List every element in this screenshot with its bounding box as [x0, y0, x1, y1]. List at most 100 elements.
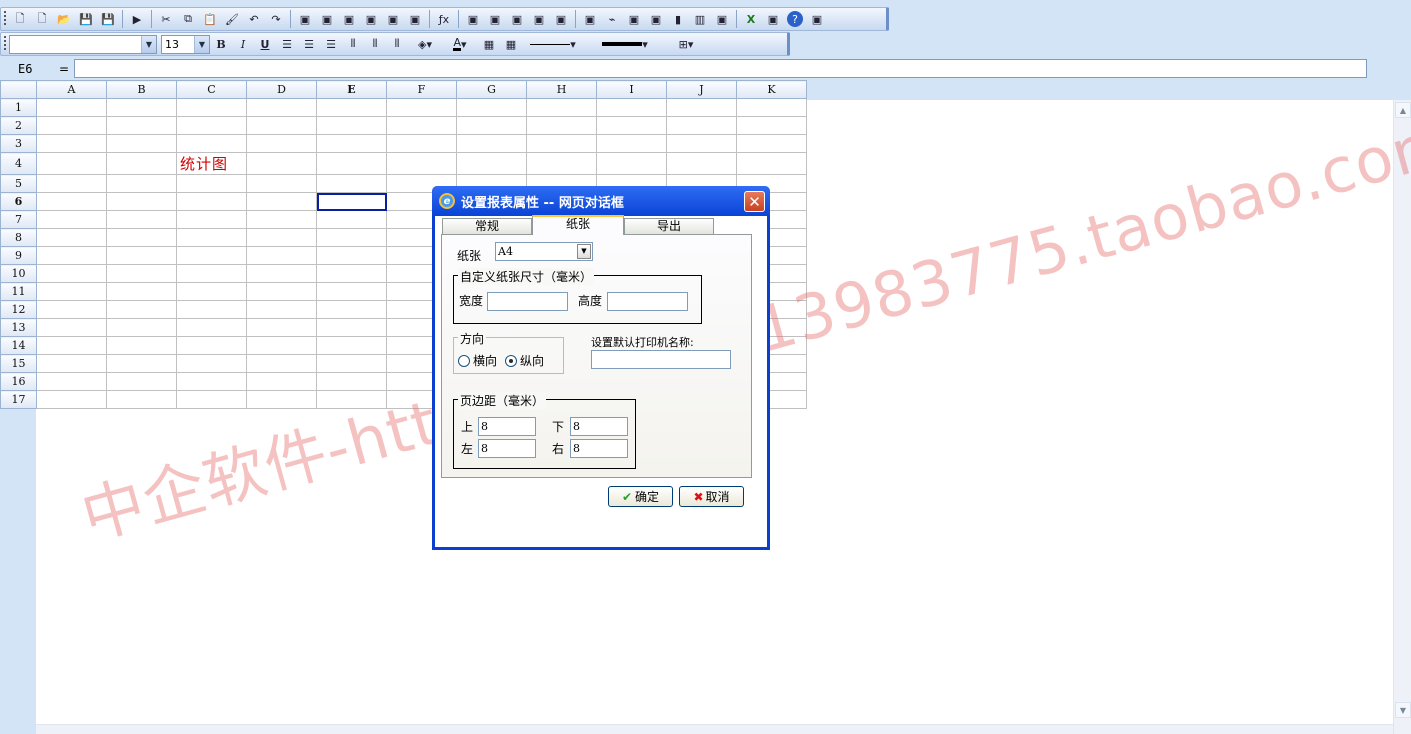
- column-header-f[interactable]: F: [386, 80, 457, 99]
- cell-c14[interactable]: [176, 336, 247, 355]
- cell-h2[interactable]: [526, 116, 597, 135]
- cell-c12[interactable]: [176, 300, 247, 319]
- cell-b5[interactable]: [106, 174, 177, 193]
- cell-a9[interactable]: [36, 246, 107, 265]
- blank-icon[interactable]: 🗋: [31, 9, 53, 29]
- cell-a2[interactable]: [36, 116, 107, 135]
- corner-cell[interactable]: [0, 80, 37, 99]
- cell-i3[interactable]: [596, 134, 667, 153]
- cell-e6[interactable]: [316, 192, 387, 211]
- column-header-i[interactable]: I: [596, 80, 667, 99]
- column-header-e[interactable]: E: [316, 80, 387, 99]
- row-header-4[interactable]: 4: [0, 152, 37, 175]
- report-icon-3[interactable]: ▣: [506, 9, 528, 29]
- cell-d4[interactable]: [246, 152, 317, 175]
- top-margin-input[interactable]: 8: [478, 417, 536, 436]
- cell-c9[interactable]: [176, 246, 247, 265]
- height-input[interactable]: [607, 292, 688, 311]
- cell-b15[interactable]: [106, 354, 177, 373]
- cell-h3[interactable]: [526, 134, 597, 153]
- align-left-icon[interactable]: ☰: [276, 34, 298, 54]
- save-icon[interactable]: 💾: [75, 9, 97, 29]
- cell-e16[interactable]: [316, 372, 387, 391]
- cell-a6[interactable]: [36, 192, 107, 211]
- row-header-5[interactable]: 5: [0, 174, 37, 193]
- cell-j3[interactable]: [666, 134, 737, 153]
- cell-b1[interactable]: [106, 98, 177, 117]
- cell-b17[interactable]: [106, 390, 177, 409]
- cell-e5[interactable]: [316, 174, 387, 193]
- cell-b16[interactable]: [106, 372, 177, 391]
- cell-k4[interactable]: [736, 152, 807, 175]
- bold-button[interactable]: B: [210, 34, 232, 54]
- landscape-radio[interactable]: 横向: [458, 352, 497, 369]
- cell-e7[interactable]: [316, 210, 387, 229]
- dialog-titlebar[interactable]: e 设置报表属性 -- 网页对话框 ✕: [432, 186, 770, 216]
- redo-icon[interactable]: ↷: [265, 9, 287, 29]
- row-header-16[interactable]: 16: [0, 372, 37, 391]
- cell-a10[interactable]: [36, 264, 107, 283]
- cell-c3[interactable]: [176, 134, 247, 153]
- chevron-down-icon[interactable]: ▼: [194, 35, 209, 53]
- right-margin-input[interactable]: 8: [570, 439, 628, 458]
- cell-i1[interactable]: [596, 98, 667, 117]
- cell-i2[interactable]: [596, 116, 667, 135]
- tab-general[interactable]: 常规: [442, 218, 532, 234]
- cell-a5[interactable]: [36, 174, 107, 193]
- insert-col-left-icon[interactable]: ▣: [294, 9, 316, 29]
- toolbar-grip[interactable]: [4, 36, 6, 52]
- valign-top-icon[interactable]: ⦀: [342, 34, 364, 54]
- cell-d6[interactable]: [246, 192, 317, 211]
- cell-j4[interactable]: [666, 152, 737, 175]
- cell-c6[interactable]: [176, 192, 247, 211]
- cell-c7[interactable]: [176, 210, 247, 229]
- cell-b4[interactable]: [106, 152, 177, 175]
- cell-d3[interactable]: [246, 134, 317, 153]
- delete-row-icon[interactable]: ▣: [382, 9, 404, 29]
- cell-d1[interactable]: [246, 98, 317, 117]
- scroll-up-icon[interactable]: ▲: [1395, 102, 1411, 118]
- row-header-9[interactable]: 9: [0, 246, 37, 265]
- toolbar-grip[interactable]: [4, 11, 6, 27]
- cell-a12[interactable]: [36, 300, 107, 319]
- cell-d15[interactable]: [246, 354, 317, 373]
- row-header-7[interactable]: 7: [0, 210, 37, 229]
- row-header-14[interactable]: 14: [0, 336, 37, 355]
- cell-c17[interactable]: [176, 390, 247, 409]
- cell-e11[interactable]: [316, 282, 387, 301]
- font-size-select[interactable]: 13 ▼: [161, 34, 210, 54]
- cell-e9[interactable]: [316, 246, 387, 265]
- insert-row-icon[interactable]: ▣: [316, 9, 338, 29]
- cell-e17[interactable]: [316, 390, 387, 409]
- cell-d9[interactable]: [246, 246, 317, 265]
- help-icon[interactable]: ?: [787, 11, 803, 27]
- cell-a15[interactable]: [36, 354, 107, 373]
- open-icon[interactable]: 📂: [53, 9, 75, 29]
- cell-g2[interactable]: [456, 116, 527, 135]
- cell-b11[interactable]: [106, 282, 177, 301]
- row-header-8[interactable]: 8: [0, 228, 37, 247]
- cell-b2[interactable]: [106, 116, 177, 135]
- insert-col-right-icon[interactable]: ▣: [338, 9, 360, 29]
- row-header-15[interactable]: 15: [0, 354, 37, 373]
- horizontal-scrollbar[interactable]: [36, 724, 1393, 734]
- cell-d8[interactable]: [246, 228, 317, 247]
- cell-e14[interactable]: [316, 336, 387, 355]
- tab-export[interactable]: 导出: [624, 218, 714, 234]
- cell-f1[interactable]: [386, 98, 457, 117]
- cell-a3[interactable]: [36, 134, 107, 153]
- cell-j2[interactable]: [666, 116, 737, 135]
- cell-h1[interactable]: [526, 98, 597, 117]
- column-header-g[interactable]: G: [456, 80, 527, 99]
- cell-c16[interactable]: [176, 372, 247, 391]
- paste-icon[interactable]: 📋: [199, 9, 221, 29]
- cell-e1[interactable]: [316, 98, 387, 117]
- cell-d13[interactable]: [246, 318, 317, 337]
- tab-paper[interactable]: 纸张: [532, 215, 624, 235]
- cell-i4[interactable]: [596, 152, 667, 175]
- cell-a11[interactable]: [36, 282, 107, 301]
- excel-icon[interactable]: X: [740, 9, 762, 29]
- row-header-11[interactable]: 11: [0, 282, 37, 301]
- cell-d17[interactable]: [246, 390, 317, 409]
- report-icon-1[interactable]: ▣: [462, 9, 484, 29]
